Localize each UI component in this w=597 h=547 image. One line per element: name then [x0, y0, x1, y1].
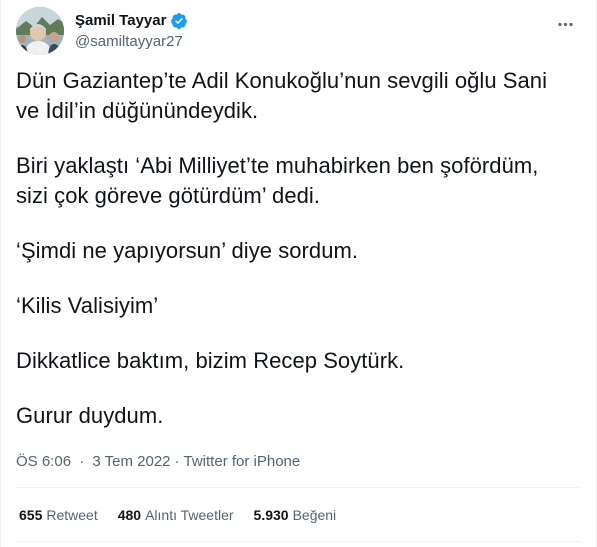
tweet-paragraph: ‘Kilis Valisiyim’ — [16, 293, 159, 318]
avatar-photo — [16, 7, 64, 55]
display-name[interactable]: Şamil Tayyar — [75, 11, 166, 31]
tweet-time: ÖS 6:06 — [16, 453, 72, 470]
meta-separator: · — [79, 453, 85, 470]
tweet-paragraph: Dikkatlice baktım, bizim Recep Soytürk. — [16, 348, 405, 373]
tweet-stats: 655 Retweet 480 Alıntı Tweetler 5.930 Be… — [19, 505, 356, 525]
tweet-meta: ÖS 6:06 · 3 Tem 2022 · Twitter for iPhon… — [16, 452, 300, 472]
author-handle[interactable]: @samiltayyar27 — [75, 32, 188, 52]
tweet-source-link[interactable]: Twitter for iPhone — [184, 452, 301, 472]
tweet-paragraph: ‘Şimdi ne yapıyorsun’ diye sordum. — [16, 238, 359, 263]
likes-label: Beğeni — [292, 507, 337, 523]
tweet-date: 3 Tem 2022 — [92, 453, 171, 470]
more-dots-icon — [557, 22, 573, 26]
quotes-label: Alıntı Tweetler — [145, 507, 234, 523]
retweets-label: Retweet — [46, 507, 98, 523]
retweets-count: 655 — [19, 507, 43, 523]
tweet-paragraph: Gurur duydum. — [16, 403, 164, 428]
tweet-header: Şamil Tayyar @samiltayyar27 — [16, 7, 582, 57]
tweet-text: Dün Gaziantep’te Adil Konukoğlu’nun sevg… — [16, 66, 576, 456]
verified-badge-icon — [171, 13, 188, 29]
divider — [16, 541, 581, 542]
quotes-count: 480 — [117, 507, 142, 523]
divider — [16, 487, 581, 488]
more-options-button[interactable] — [552, 11, 578, 37]
tweet-timestamp[interactable]: ÖS 6:06 · 3 Tem 2022 — [16, 452, 171, 472]
tweet-paragraph: Dün Gaziantep’te Adil Konukoğlu’nun sevg… — [16, 68, 548, 123]
meta-separator: · — [174, 453, 180, 470]
likes-stat[interactable]: 5.930 Beğeni — [254, 505, 337, 525]
quotes-stat[interactable]: 480 Alıntı Tweetler — [118, 505, 234, 525]
avatar[interactable] — [16, 7, 64, 55]
display-name-row: Şamil Tayyar — [75, 11, 188, 31]
tweet-card: Şamil Tayyar @samiltayyar27 Dün Gaziante… — [0, 0, 597, 547]
likes-count: 5.930 — [253, 507, 289, 523]
tweet-paragraph: Biri yaklaştı ‘Abi Milliyet’te muhabirke… — [16, 153, 539, 208]
retweets-stat[interactable]: 655 Retweet — [19, 505, 98, 525]
author-names: Şamil Tayyar @samiltayyar27 — [75, 11, 188, 52]
